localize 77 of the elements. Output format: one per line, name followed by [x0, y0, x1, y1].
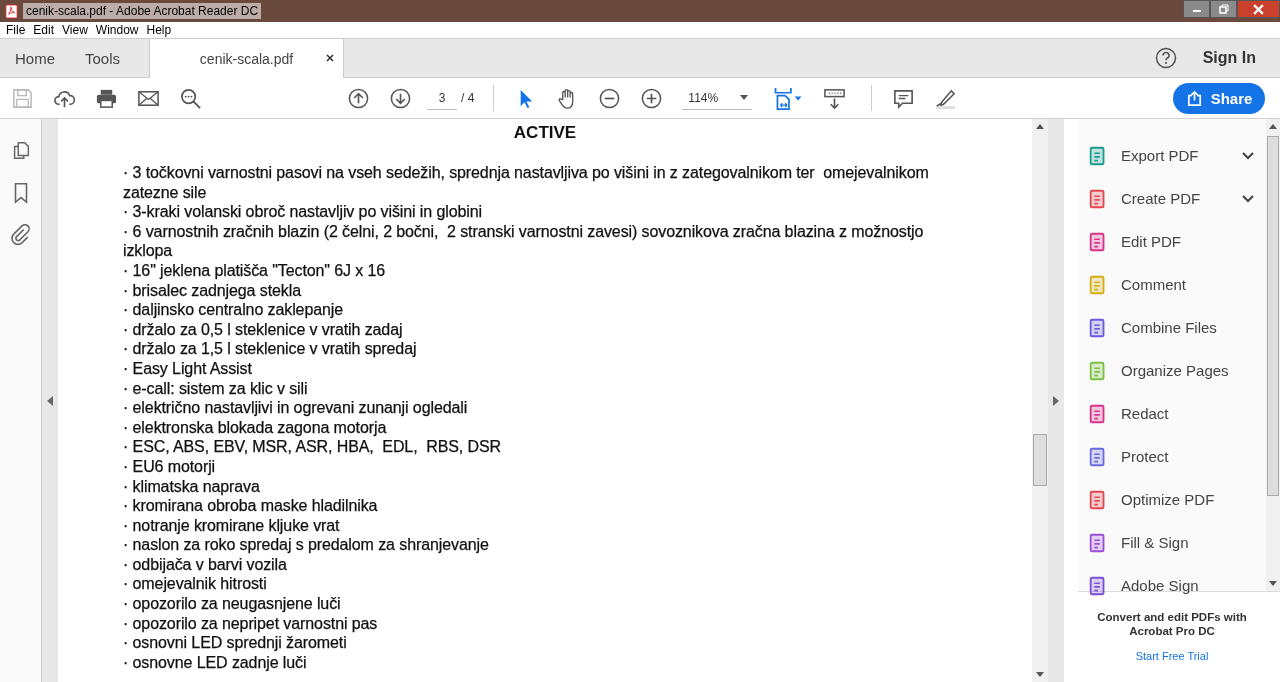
share-icon: [1185, 89, 1203, 107]
menu-item[interactable]: Window: [91, 23, 143, 37]
list-item: · osnovni LED sprednji žarometi: [123, 633, 348, 653]
tool-item[interactable]: Create PDF: [1078, 177, 1266, 220]
list-item: · 16" jeklena platišča "Tecton" 6J x 16: [123, 260, 387, 281]
list-item: · daljinsko centralno zaklepanje: [123, 300, 345, 320]
tool-item[interactable]: Combine Files: [1078, 306, 1266, 349]
menu-item[interactable]: View: [58, 23, 92, 37]
list-item: · 3-kraki volanski obroč nastavljiv po višini in globini: [123, 202, 483, 222]
scroll-up-icon[interactable]: [1269, 124, 1277, 129]
zoom-out-icon[interactable]: [598, 86, 622, 110]
promo-text: Convert and edit PDFs with Acrobat Pro DC: [1097, 610, 1247, 638]
list-item: · Easy Light Assist: [123, 358, 253, 379]
window-title: cenik-scala.pdf - Adobe Acrobat Reader DC: [23, 3, 262, 19]
restore-button[interactable]: [1210, 0, 1237, 18]
collapse-right-icon[interactable]: [1053, 395, 1059, 406]
list-item: · odbijača v barvi vozila: [123, 554, 288, 575]
scroll-down-icon[interactable]: [1269, 581, 1277, 586]
scroll-down-icon[interactable]: [1036, 672, 1044, 677]
list-item: · brisalec zadnjega stekla: [123, 280, 302, 301]
caret-icon: [740, 95, 749, 100]
list-item: · 3 točkovni varnostni pasovi na vseh sedežih, sprednja nastavljiva po višini in z zategovalnikom ter omejevalnikom zatezne sile: [123, 163, 930, 203]
minimize-button[interactable]: [1183, 0, 1210, 18]
list-item: · osnovne LED zadnje luči: [123, 652, 308, 673]
zoom-in-icon[interactable]: [640, 86, 664, 110]
help-icon[interactable]: [1154, 47, 1177, 69]
restore-icon: [1218, 4, 1229, 14]
tool-item[interactable]: Protect: [1078, 435, 1266, 478]
tool-item[interactable]: Organize Pages: [1078, 349, 1266, 392]
scroll-mode-icon[interactable]: [823, 86, 847, 110]
tab[interactable]: cenik-scala.pdf: [149, 39, 345, 78]
scroll-up-icon[interactable]: [1036, 124, 1044, 129]
list-item: · električno nastavljivi in ogrevani zunanji ogledali: [123, 398, 469, 418]
list-item: · ESC, ABS, EBV, MSR, ASR, HBA, EDL, RBS, DSR: [123, 437, 502, 457]
list-item: · opozorilo za neugasnjene luči: [123, 594, 342, 614]
menu-item[interactable]: Help: [142, 23, 176, 37]
list-item: · 6 varnostnih zračnih blazin (2 čelni, 2 bočni, 2 stranski varnostni zavesi) sovoznikova zračna blazina z možnostjo izklopa: [123, 221, 925, 261]
list-item: · držalo za 0,5 l steklenice v vratih zadaj: [123, 319, 404, 340]
close-icon[interactable]: [325, 53, 336, 63]
list-item: · notranje kromirane kljuke vrat: [123, 515, 341, 536]
collapse-left-icon[interactable]: [47, 395, 53, 406]
chevron-down-icon[interactable]: [1242, 194, 1254, 203]
list-item: · naslon za roko spredaj s predalom za shranjevanje: [123, 535, 490, 555]
share-button[interactable]: Share: [1173, 82, 1265, 114]
scrollbar-thumb[interactable]: [1033, 434, 1047, 486]
paperclip-icon[interactable]: [9, 224, 32, 246]
list-item: · omejevalnik hitrosti: [123, 574, 268, 595]
tool-item[interactable]: Redact: [1078, 392, 1266, 435]
tool-item[interactable]: Edit PDF: [1078, 220, 1266, 263]
scrollbar-thumb[interactable]: [1267, 136, 1279, 496]
document-heading: ACTIVE: [512, 123, 578, 143]
list-item: · elektronska blokada zagona motorja: [123, 417, 388, 438]
list-item: · opozorilo za nepripet varnostni pas: [123, 613, 379, 634]
list-item: · klimatska naprava: [123, 476, 261, 497]
sign-in-link[interactable]: Sign In: [1202, 49, 1256, 67]
pdf-file-icon: [4, 3, 19, 19]
close-icon: [1253, 3, 1264, 15]
tool-item[interactable]: Adobe Sign: [1078, 564, 1266, 607]
close-button[interactable]: [1237, 0, 1280, 18]
tool-item[interactable]: Comment: [1078, 263, 1266, 306]
free-trial-link[interactable]: Start Free Trial: [1135, 650, 1209, 662]
page-up-icon[interactable]: [347, 86, 370, 110]
tool-item[interactable]: Export PDF: [1078, 134, 1266, 177]
menu-item[interactable]: File: [2, 23, 30, 37]
list-item: · EU6 motorji: [123, 456, 217, 477]
tool-item[interactable]: Fill & Sign: [1078, 521, 1266, 564]
list-item: · držalo za 1,5 l steklenice v vratih spredaj: [123, 339, 418, 359]
tool-item[interactable]: Optimize PDF: [1078, 478, 1266, 521]
list-item: · kromirana obroba maske hladilnika: [123, 496, 379, 516]
search-icon[interactable]: [179, 86, 202, 110]
list-item: · e-call: sistem za klic v sili: [123, 378, 309, 399]
chevron-down-icon[interactable]: [1242, 151, 1254, 160]
page-number-field[interactable]: 3: [427, 86, 457, 110]
menu-item[interactable]: Edit: [29, 23, 59, 37]
page-down-icon[interactable]: [389, 86, 412, 110]
zoom-dropdown[interactable]: 114%: [682, 86, 753, 110]
page-total: / 4: [461, 91, 475, 105]
